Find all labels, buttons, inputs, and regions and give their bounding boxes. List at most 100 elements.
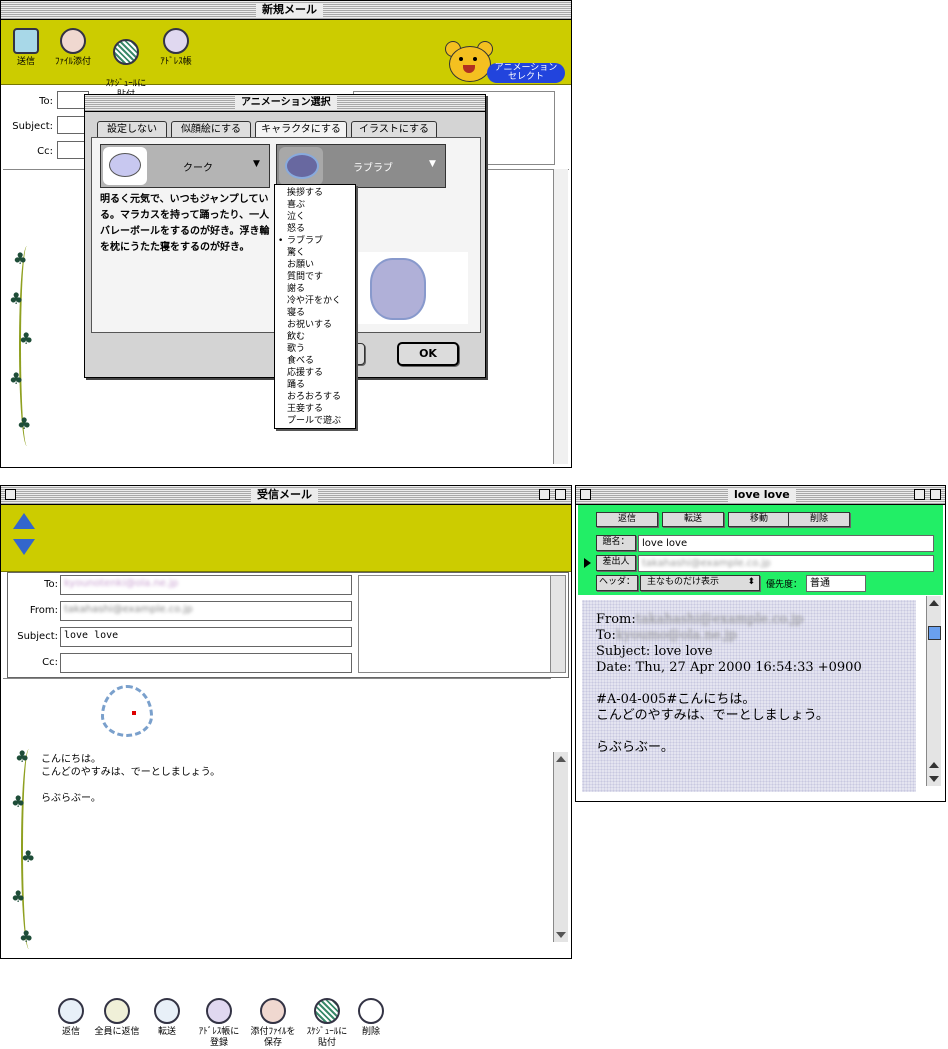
reply-icon (58, 998, 84, 1024)
reply-button[interactable]: 返信 (53, 998, 89, 1038)
zoom-box-icon[interactable] (539, 489, 550, 500)
cc-field[interactable] (60, 653, 352, 673)
dialog-titlebar[interactable]: アニメーション選択 (85, 95, 485, 112)
clover-vine-decoration: ♣ ♣ ♣ ♣ ♣ (11, 749, 41, 949)
delete-button[interactable]: 削除 (353, 998, 389, 1038)
move-button[interactable]: 移動 (728, 512, 790, 527)
received-body-scrollbar[interactable] (553, 752, 568, 942)
new-mail-titlebar[interactable]: 新規メール (1, 1, 571, 20)
menu-item[interactable]: お願い (275, 259, 355, 271)
subject-field[interactable]: love love (638, 535, 934, 552)
date-line: Date: Thu, 27 Apr 2000 16:54:33 +0900 (596, 660, 862, 675)
received-mail-toolbar (1, 505, 571, 572)
subject-line: Subject: love love (596, 644, 713, 659)
address-book-button[interactable]: ｱﾄﾞﾚｽ帳 (156, 28, 196, 68)
priority-field[interactable]: 普通 (806, 575, 866, 592)
menu-item[interactable]: 質問です (275, 271, 355, 283)
header-display-select[interactable]: 主なものだけ表示 ⬍ (640, 575, 760, 591)
tab-character[interactable]: キャラクタにする (255, 121, 347, 138)
love-love-titlebar[interactable]: love love (576, 486, 945, 505)
love-header-panel: 返信 転送 移動 削除 題名： love love 差出人 takahashi@… (578, 505, 943, 595)
love-message-body[interactable]: From:takahashi@example.co.jp To:kyoumo@o… (582, 600, 916, 792)
attachment-scrollbar[interactable] (550, 576, 565, 672)
menu-item[interactable]: 食べる (275, 355, 355, 367)
menu-item[interactable]: 歌う (275, 343, 355, 355)
ok-button[interactable]: OK (397, 342, 459, 366)
add-address-button[interactable]: ｱﾄﾞﾚｽ帳に 登録 (193, 998, 245, 1049)
subject-label: Subject: (17, 631, 58, 642)
animation-select-button[interactable]: アニメーション セレクト (487, 63, 565, 83)
menu-item[interactable]: 踊る (275, 379, 355, 391)
menu-item[interactable]: 喜ぶ (275, 199, 355, 211)
menu-item[interactable]: 王妾する (275, 403, 355, 415)
tab-none[interactable]: 設定しない (97, 121, 167, 137)
menu-item[interactable]: 驚く (275, 247, 355, 259)
forward-button[interactable]: 転送 (662, 512, 724, 527)
from-label: From: (29, 605, 58, 616)
schedule-paste-icon (314, 998, 340, 1024)
forward-button[interactable]: 転送 (147, 998, 187, 1038)
schedule-paste-button[interactable]: ｽｹｼﾞｭｰﾙに 貼付 (299, 998, 355, 1049)
cc-label: Cc: (37, 146, 53, 157)
reply-button[interactable]: 返信 (596, 512, 658, 527)
collapse-box-icon[interactable] (930, 489, 941, 500)
save-attachment-button[interactable]: 添付ﾌｧｲﾙを 保存 (247, 998, 299, 1049)
close-box-icon[interactable] (5, 489, 16, 500)
subject-label: Subject: (12, 121, 53, 132)
menu-item[interactable]: 謝る (275, 283, 355, 295)
add-address-icon (206, 998, 232, 1024)
menu-item[interactable]: お祝いする (275, 319, 355, 331)
tab-portrait[interactable]: 似顔絵にする (171, 121, 251, 137)
send-icon (13, 28, 39, 54)
character-description: 明るく元気で、いつもジャンプしている。マラカスを持って踊ったり、一人バレーボール… (100, 194, 270, 253)
menu-item[interactable]: 泣く (275, 211, 355, 223)
menu-item[interactable]: プールで遊ぶ (275, 415, 355, 427)
love-body-scrollbar[interactable] (926, 596, 941, 786)
address-book-icon (163, 28, 189, 54)
header-label: ヘッダ： (596, 575, 638, 591)
menu-item[interactable]: 飲む (275, 331, 355, 343)
close-box-icon[interactable] (580, 489, 591, 500)
received-body: ♣ ♣ ♣ ♣ ♣ こんにちは。 こんどのやすみは、でーとしましょう。 らぶらぶ… (3, 678, 551, 957)
zoom-box-icon[interactable] (914, 489, 925, 500)
reply-all-button[interactable]: 全員に返信 (91, 998, 143, 1038)
send-button[interactable]: 送信 (9, 28, 43, 68)
to-field[interactable]: kyounotenki@ola.ne.jp (60, 575, 352, 595)
menu-item[interactable]: 寝る (275, 307, 355, 319)
tab-illust[interactable]: イラストにする (351, 121, 437, 137)
menu-item[interactable]: 応援する (275, 367, 355, 379)
received-mail-titlebar[interactable]: 受信メール (1, 486, 571, 505)
delete-button[interactable]: 削除 (788, 512, 850, 527)
next-message-arrow-icon[interactable] (13, 539, 35, 555)
from-field[interactable]: takahashi@example.co.jp (60, 601, 352, 621)
scroll-thumb[interactable] (928, 626, 941, 640)
bear-mascot-icon[interactable] (445, 41, 493, 83)
animation-menu-list: 挨拶する 喜ぶ 泣く 怒る • ラブラブ 驚く お願い 質問です 謝る 冷や汗をかく 寝る お祝いする飲… (275, 185, 355, 427)
message-body[interactable]: こんにちは。 こんどのやすみは、でーとしましょう。 らぶらぶー。 (41, 753, 541, 805)
priority-label: 優先度： (766, 580, 803, 590)
prev-message-arrow-icon[interactable] (13, 513, 35, 529)
chevron-down-icon: ▼ (253, 159, 260, 169)
character-select[interactable]: クーク ▼ (100, 144, 270, 188)
menu-item[interactable]: 怒る (275, 223, 355, 235)
subject-field[interactable]: love love (60, 627, 352, 647)
sender-button[interactable]: 差出人 (596, 555, 636, 571)
sender-field[interactable]: takahashi@example.co.jp (638, 555, 934, 572)
animation-select[interactable]: ラブラブ ▼ (276, 144, 446, 188)
new-mail-toolbar: 送信 ﾌｧｲﾙ添付 ｽｹｼﾞｭｰﾙに 貼付 ｱﾄﾞﾚｽ帳 アニメーション セレク… (1, 20, 571, 100)
menu-item[interactable]: 冷や汗をかく (275, 295, 355, 307)
clover-vine-decoration: ♣ ♣ ♣ ♣ ♣ (9, 246, 39, 451)
heart-animation (99, 683, 159, 743)
collapse-box-icon[interactable] (555, 489, 566, 500)
menu-item[interactable]: おろおろする (275, 391, 355, 403)
attach-file-button[interactable]: ﾌｧｲﾙ添付 (51, 28, 95, 68)
menu-item[interactable]: • ラブラブ (275, 235, 355, 247)
new-mail-body-scrollbar[interactable] (553, 169, 568, 464)
animation-preview (356, 252, 468, 324)
animation-popup-menu: 挨拶する 喜ぶ 泣く 怒る • ラブラブ 驚く お願い 質問です 謝る 冷や汗をかく 寝る お祝いする飲… (274, 184, 356, 429)
to-label: To: (39, 96, 53, 107)
updown-arrows-icon: ⬍ (747, 577, 755, 587)
loveheart-character-icon (279, 147, 323, 185)
menu-item[interactable]: 挨拶する (275, 187, 355, 199)
expand-triangle-icon[interactable] (584, 558, 591, 568)
